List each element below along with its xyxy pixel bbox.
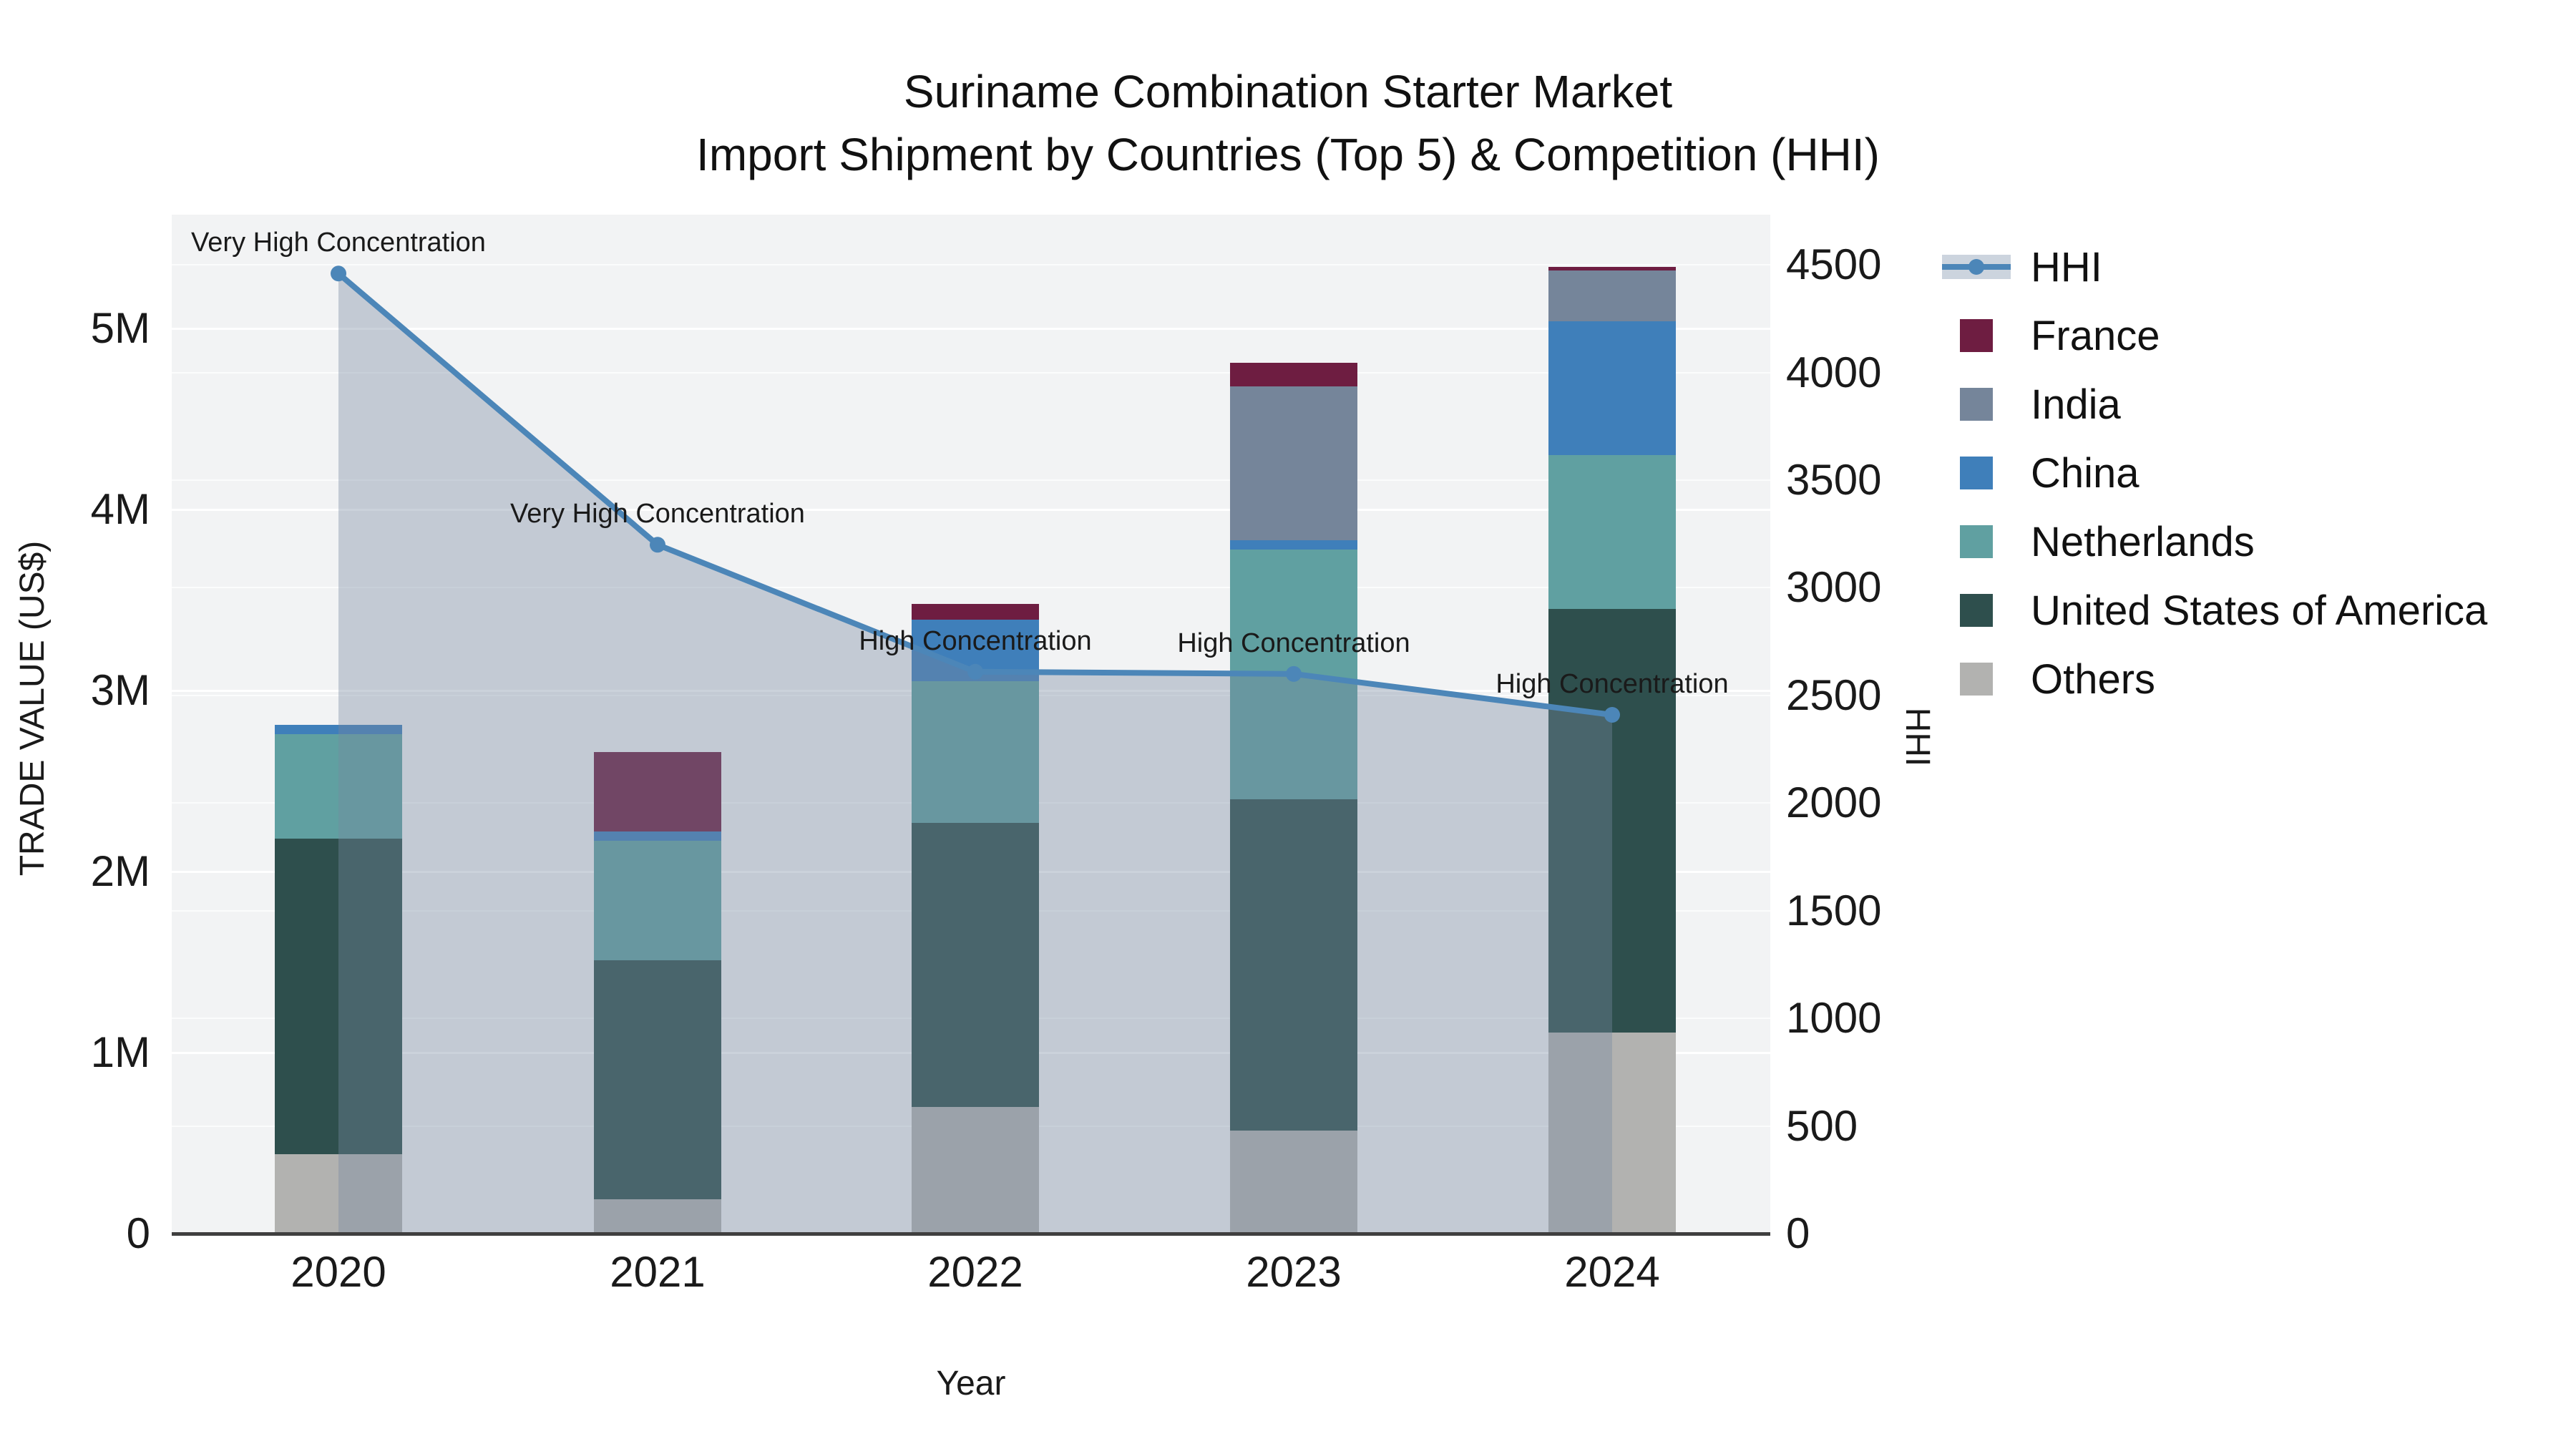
legend-item-china: China: [1941, 439, 2487, 507]
annotation-2023: High Concentration: [1177, 628, 1410, 658]
gridline-hhi-3500: [172, 479, 1770, 482]
gridline-hhi-3000: [172, 587, 1770, 589]
legend-swatch-cell: [1941, 525, 2012, 558]
bar-2021-china: [594, 831, 721, 841]
bar-2023-netherlands: [1230, 549, 1357, 799]
ytick-right-0: 0: [1786, 1209, 1810, 1257]
hhi-band-icon: [1942, 255, 2011, 279]
ytick-left-4M: 4M: [90, 485, 150, 533]
legend-item-india: India: [1941, 370, 2487, 439]
bar-2021-netherlands: [594, 840, 721, 960]
xtick-2024: 2024: [1564, 1248, 1660, 1296]
legend-label: Others: [2031, 655, 2156, 703]
bar-2020-china: [275, 725, 402, 734]
annotation-2024: High Concentration: [1496, 668, 1729, 699]
annotation-2020: Very High Concentration: [191, 228, 486, 258]
ytick-right-1500: 1500: [1786, 886, 1882, 935]
legend-item-united-states-of-america: United States of America: [1941, 576, 2487, 645]
bar-2022-united-states-of-america: [912, 822, 1039, 1107]
chart-title-line1: Suriname Combination Starter Market: [903, 66, 1673, 117]
hhi-point-2020: [331, 265, 346, 282]
legend-item-france: France: [1941, 301, 2487, 370]
legend-item-netherlands: Netherlands: [1941, 507, 2487, 576]
legend-item-others: Others: [1941, 645, 2487, 713]
bar-2022-france: [912, 603, 1039, 620]
legend-color-swatch: [1960, 388, 1993, 421]
legend-swatch-cell: [1941, 663, 2012, 696]
legend-label: Netherlands: [2031, 518, 2255, 565]
bar-2023-united-states-of-america: [1230, 799, 1357, 1131]
bar-2023-others: [1230, 1130, 1357, 1234]
bar-2022-netherlands: [912, 681, 1039, 823]
legend-item-hhi: HHI: [1941, 233, 2487, 301]
bar-2024-netherlands: [1548, 455, 1676, 610]
bar-2024-others: [1548, 1033, 1676, 1234]
legend-color-swatch: [1960, 525, 1993, 558]
legend-label: China: [2031, 449, 2140, 497]
chart-figure: Suriname Combination Starter Market Impo…: [0, 0, 2576, 1449]
legend-swatch-cell: [1941, 594, 2012, 627]
x-axis-line: [172, 1232, 1770, 1236]
legend-color-swatch: [1960, 319, 1993, 352]
hhi-dot-icon: [1968, 259, 1984, 275]
ytick-left-0: 0: [126, 1209, 150, 1257]
annotation-2021: Very High Concentration: [510, 499, 805, 530]
legend-label: France: [2031, 312, 2160, 359]
legend-color-swatch: [1960, 663, 1993, 696]
bar-2020-others: [275, 1153, 402, 1234]
gridline-hhi-4500: [172, 264, 1770, 266]
bar-2023-france: [1230, 363, 1357, 386]
legend-hhi-line-marker: [1941, 255, 2012, 279]
bar-2023-china: [1230, 540, 1357, 550]
bar-2024-france: [1548, 266, 1676, 271]
legend-color-swatch: [1960, 594, 1993, 627]
legend-label: India: [2031, 381, 2121, 428]
legend-label: United States of America: [2031, 587, 2488, 634]
y-axis-left-title: TRADE VALUE (US$): [14, 540, 52, 877]
gridline-trade-4M: [172, 509, 1770, 511]
bar-2021-others: [594, 1199, 721, 1234]
ytick-right-2000: 2000: [1786, 779, 1882, 827]
ytick-left-1M: 1M: [90, 1028, 150, 1076]
legend-swatch-cell: [1941, 319, 2012, 352]
legend-label: HHI: [2031, 243, 2102, 291]
bar-2022-others: [912, 1106, 1039, 1234]
hhi-point-2021: [650, 537, 665, 553]
gridline-hhi-4000: [172, 371, 1770, 374]
bar-2023-india: [1230, 386, 1357, 540]
legend-swatch-cell: [1941, 457, 2012, 489]
bar-2021-france: [594, 752, 721, 832]
xtick-2020: 2020: [291, 1248, 386, 1296]
ytick-right-500: 500: [1786, 1101, 1858, 1150]
legend: HHI France India China Netherlands United Sta…: [1941, 233, 2487, 713]
y-axis-right-title: HHI: [1898, 707, 1936, 767]
bar-2020-united-states-of-america: [275, 839, 402, 1154]
ytick-right-1000: 1000: [1786, 994, 1882, 1043]
bar-2020-netherlands: [275, 733, 402, 839]
chart-title-line2: Import Shipment by Countries (Top 5) & C…: [696, 129, 1880, 180]
xtick-2021: 2021: [610, 1248, 706, 1296]
legend-color-swatch: [1960, 457, 1993, 489]
xtick-2022: 2022: [927, 1248, 1023, 1296]
bar-2021-united-states-of-america: [594, 960, 721, 1199]
plot-area: [172, 215, 1770, 1234]
legend-swatch-cell: [1941, 388, 2012, 421]
bar-2024-china: [1548, 321, 1676, 456]
gridline-trade-5M: [172, 328, 1770, 330]
xtick-2023: 2023: [1246, 1248, 1342, 1296]
annotation-2022: High Concentration: [859, 625, 1092, 656]
ytick-left-5M: 5M: [90, 304, 150, 352]
x-axis-title: Year: [936, 1365, 1006, 1402]
chart-title: Suriname Combination Starter Market Impo…: [0, 60, 2576, 186]
bar-2024-india: [1548, 270, 1676, 321]
